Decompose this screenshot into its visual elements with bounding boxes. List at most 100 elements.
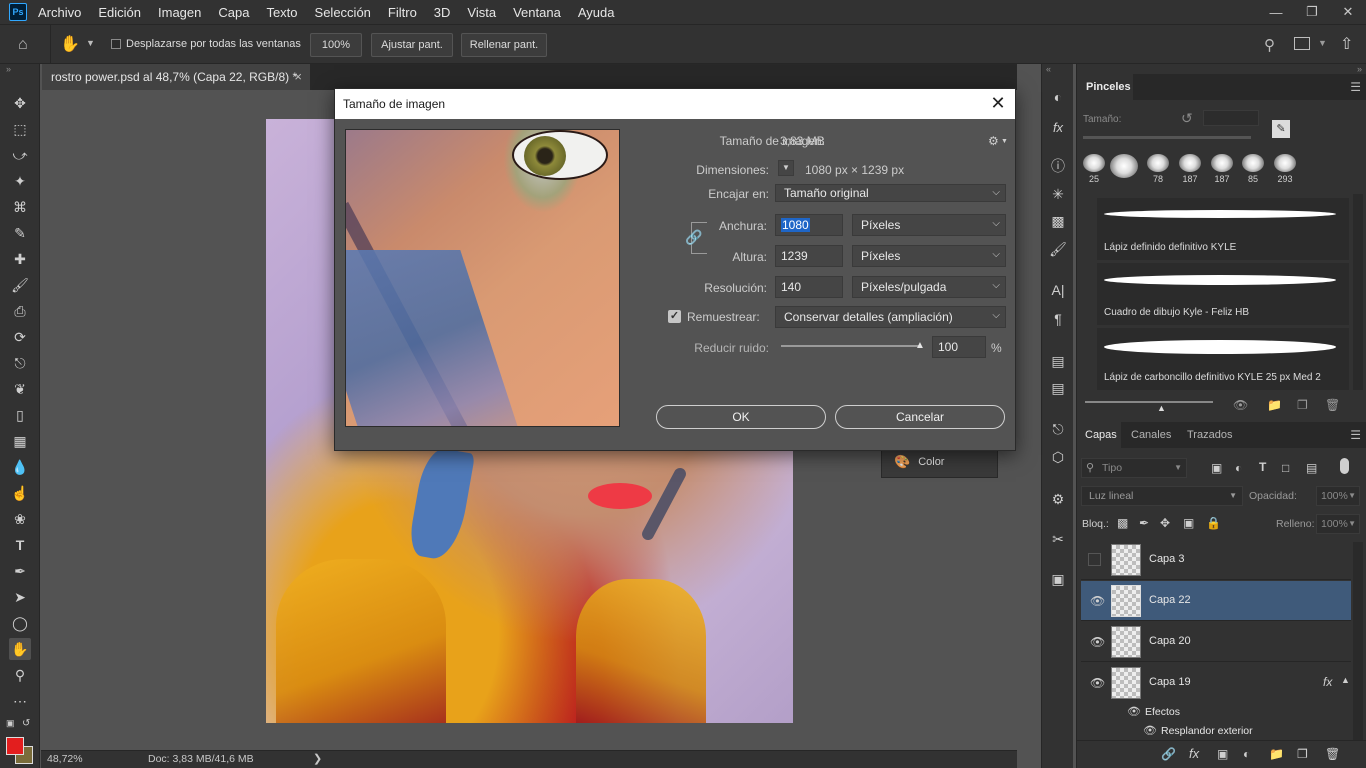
brush-preview-size-slider[interactable] [1085, 401, 1213, 403]
chevron-down-icon[interactable]: ▼ [86, 38, 95, 48]
noise-input[interactable]: 100 [932, 336, 986, 358]
minimize-icon[interactable]: — [1258, 0, 1294, 24]
slider-handle-icon[interactable]: ▲ [1157, 403, 1166, 413]
history-brush-icon[interactable]: ⟳ [9, 326, 31, 348]
layers-scrollbar[interactable] [1353, 542, 1363, 740]
menu-archivo[interactable]: Archivo [38, 5, 81, 20]
character-icon[interactable]: A| [1049, 281, 1067, 299]
brush-preset[interactable] [1109, 154, 1139, 188]
gradient-tool-icon[interactable]: ▦ [9, 430, 31, 452]
zoom-level[interactable]: 48,72% [47, 753, 83, 765]
eye-icon[interactable]: 👁 [1090, 635, 1105, 649]
menu-edicion[interactable]: Edición [98, 5, 141, 20]
lock-transparent-icon[interactable]: ▩ [1117, 516, 1128, 530]
height-input[interactable]: 1239 [775, 245, 843, 267]
zoom-tool-icon[interactable]: ⚲ [9, 664, 31, 686]
healing-brush-icon[interactable]: ✚ [9, 248, 31, 270]
brush-tool-icon[interactable]: 🖌 [9, 274, 31, 296]
visibility-off-box[interactable] [1088, 553, 1101, 566]
menu-imagen[interactable]: Imagen [158, 5, 201, 20]
styles-fx-icon[interactable]: fx [1049, 118, 1067, 136]
navigator-icon[interactable]: ✳ [1049, 185, 1067, 203]
lock-position-icon[interactable]: ✥ [1160, 516, 1170, 530]
eraser-icon[interactable]: ▯ [9, 404, 31, 426]
move-tool-icon[interactable]: ✥ [9, 92, 31, 114]
hand-tool-active-icon[interactable]: ✋ [9, 638, 31, 660]
resample-checkbox[interactable]: ✓ [668, 310, 681, 323]
pen-tool-icon[interactable]: ✒ [9, 560, 31, 582]
brush-preset[interactable]: 187 [1207, 154, 1237, 188]
brush-size-slider[interactable] [1083, 136, 1251, 139]
brush-preset[interactable]: 293 [1270, 154, 1300, 188]
layer-fx-icon[interactable]: fx [1323, 675, 1332, 689]
brush-preset[interactable]: 25 [1079, 154, 1109, 188]
collapse-arrows-icon[interactable]: « [1046, 64, 1051, 74]
trash-icon[interactable]: 🗑 [1325, 398, 1340, 412]
visibility-toggle-icon[interactable]: 👁 [1233, 398, 1248, 412]
fill-screen-button[interactable]: Rellenar pant. [461, 33, 547, 57]
search-icon[interactable]: ⚲ [1264, 36, 1275, 54]
path-selection-icon[interactable]: ➤ [9, 586, 31, 608]
chevron-up-icon[interactable]: ▲ [1341, 675, 1350, 685]
swap-colors-icon[interactable]: ↺ [22, 718, 30, 729]
smudge-tool-icon[interactable]: ☝ [9, 482, 31, 504]
menu-vista[interactable]: Vista [467, 5, 496, 20]
tab-trazados[interactable]: Trazados [1187, 422, 1232, 448]
noise-slider-handle-icon[interactable]: ▲ [915, 340, 925, 351]
brush-preset[interactable]: 187 [1175, 154, 1205, 188]
layer-row[interactable]: Capa 3 [1081, 540, 1351, 580]
sponge-tool-icon[interactable]: ❀ [9, 508, 31, 530]
lock-paint-icon[interactable]: ✒ [1139, 516, 1149, 530]
reset-icon[interactable]: ↺ [1181, 110, 1193, 127]
chevron-down-icon[interactable]: ▼ [1318, 38, 1327, 48]
menu-ventana[interactable]: Ventana [513, 5, 561, 20]
layer-row[interactable]: 👁 Capa 19 fx ▲ [1081, 663, 1351, 703]
3d-icon[interactable]: ⬡ [1049, 448, 1067, 466]
tab-capas[interactable]: Capas [1077, 422, 1121, 448]
menu-capa[interactable]: Capa [218, 5, 249, 20]
eye-icon[interactable]: 👁 [1143, 724, 1157, 737]
brush-size-input[interactable] [1203, 110, 1259, 126]
width-input[interactable]: 1080 [775, 214, 843, 236]
more-tools-icon[interactable]: ⋯ [9, 690, 31, 712]
fill-input[interactable]: 100% ▼ [1316, 514, 1360, 534]
paragraph-icon[interactable]: ¶ [1049, 310, 1067, 328]
pixel-layer-filter-icon[interactable]: ▣ [1211, 461, 1222, 475]
lock-all-icon[interactable]: 🔒 [1206, 516, 1221, 530]
close-tab-icon[interactable]: × [294, 69, 302, 84]
workspace-icon[interactable] [1294, 37, 1310, 50]
menu-3d[interactable]: 3D [434, 5, 451, 20]
resolution-input[interactable]: 140 [775, 276, 843, 298]
link-layers-icon[interactable]: 🔗 [1161, 747, 1176, 761]
add-mask-icon[interactable]: ▣ [1217, 747, 1228, 761]
collapse-arrows-icon[interactable]: » [6, 64, 11, 74]
adjustment-layer-icon[interactable]: ◐ [1243, 747, 1250, 761]
brush-list-item[interactable]: Cuadro de dibujo Kyle - Feliz HB [1097, 263, 1349, 325]
type-filter-icon[interactable]: T [1259, 460, 1266, 474]
menu-texto[interactable]: Texto [266, 5, 297, 20]
tab-pinceles[interactable]: Pinceles [1077, 74, 1133, 100]
panel-menu-icon[interactable]: ☰ [1350, 428, 1361, 442]
restore-icon[interactable]: ❐ [1294, 0, 1330, 24]
menu-filtro[interactable]: Filtro [388, 5, 417, 20]
properties-icon[interactable]: ⚙ [1049, 490, 1067, 508]
new-item-icon[interactable]: ❐ [1297, 398, 1308, 412]
resolution-unit-select[interactable]: Píxeles/pulgada ⌵ [852, 276, 1006, 298]
share-icon[interactable]: ⇧ [1340, 34, 1353, 54]
mixer-brush-icon[interactable]: ❦ [9, 378, 31, 400]
lock-artboard-icon[interactable]: ▣ [1183, 516, 1194, 530]
tab-canales[interactable]: Canales [1131, 422, 1171, 448]
brush-settings-icon[interactable]: ▩ [1049, 212, 1067, 230]
width-unit-select[interactable]: Píxeles ⌵ [852, 214, 1006, 236]
blend-mode-select[interactable]: Luz lineal ▼ [1081, 486, 1243, 506]
chevron-down-icon[interactable]: ▼ [1001, 138, 1008, 145]
tool-presets-icon[interactable]: ✂ [1049, 530, 1067, 548]
brush-preset[interactable]: 85 [1238, 154, 1268, 188]
fit-screen-button[interactable]: Ajustar pant. [371, 33, 453, 57]
new-brush-icon[interactable]: ✎ [1272, 120, 1290, 138]
eye-icon[interactable]: 👁 [1127, 705, 1141, 718]
brush-list-item[interactable]: Lápiz definido definitivo KYLE [1097, 198, 1349, 260]
eye-icon[interactable]: 👁 [1090, 594, 1105, 608]
adjustment-filter-icon[interactable]: ◐ [1235, 461, 1242, 475]
noise-slider-track[interactable] [781, 345, 921, 347]
